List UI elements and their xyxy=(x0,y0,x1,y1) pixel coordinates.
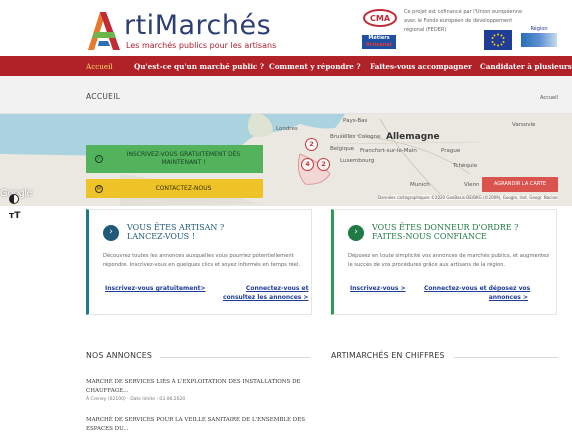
artisan-title-line1: VOUS ÊTES ARTISAN ? xyxy=(127,223,225,232)
nav-item-comment-repondre[interactable]: Comment y répondre ? xyxy=(269,62,361,71)
map-marker[interactable]: 4 xyxy=(301,158,314,171)
nav-item-candidater[interactable]: Candidater à plusieurs xyxy=(480,62,572,71)
annonce-meta: À Creney (62100) - Date limite : 03.06.2… xyxy=(86,397,186,402)
map-label-prague: Prague xyxy=(441,148,461,154)
region-label: Région xyxy=(530,26,548,32)
register-cta-button[interactable]: ✓ INSCRIVEZ-VOUS GRATUITEMENT DÈS MAINTE… xyxy=(86,145,263,173)
map-credits[interactable]: Données cartographiques ©2020 GeoBasis-D… xyxy=(378,195,558,200)
contact-cta-label: CONTACTEZ-NOUS xyxy=(155,185,212,192)
artisan-login-line1: Connectez-vous et xyxy=(245,285,309,292)
map-label-tcheque: Tchéquie xyxy=(453,163,478,169)
chevron-right-icon: › xyxy=(348,225,364,241)
annonces-section-title: NOS ANNONCES xyxy=(86,351,153,360)
map-label-francfort: Francfort-sur-le-Main xyxy=(360,148,417,154)
map-label-cologne: Cologne xyxy=(358,134,381,140)
map-label-munich: Munich xyxy=(410,182,430,188)
eu-flag-icon xyxy=(484,30,512,50)
donneur-login-line2: annonces > xyxy=(488,294,528,301)
donneur-title-line1: VOUS ÊTES DONNEUR D'ORDRE ? xyxy=(372,223,519,232)
nav-item-accompagner[interactable]: Faites-vous accompagner xyxy=(370,62,472,71)
region-emblem-icon xyxy=(521,33,557,47)
logo-subtitle: Les marchés publics pour les artisans xyxy=(126,41,277,50)
artisan-title-line2: LANCEZ-VOUS ! xyxy=(127,232,195,241)
donneur-box: › VOUS ÊTES DONNEUR D'ORDRE ? FAITES-NOU… xyxy=(331,209,557,315)
artisan-login-link[interactable]: Connectez-vous et consultez les annonces… xyxy=(223,284,308,302)
page-title: ACCUEIL xyxy=(86,92,121,101)
page-heading-bar: ACCUEIL Accueil xyxy=(0,76,572,114)
enlarge-map-button[interactable]: AGRANDIR LA CARTE xyxy=(482,177,558,192)
logo-a-icon xyxy=(88,12,120,50)
annonces-divider xyxy=(160,357,310,358)
artisan-login-line2: consultez les annonces > xyxy=(223,294,309,301)
check-icon: ✓ xyxy=(95,155,103,163)
artisan-box-title: VOUS ÊTES ARTISAN ? LANCEZ-VOUS ! xyxy=(127,223,224,241)
artisan-register-link[interactable]: Inscrivez-vous gratuitement> xyxy=(105,284,206,293)
annonce-title[interactable]: MARCHÉ DE SERVICES POUR LA VEILLE SANITA… xyxy=(86,416,312,434)
donneur-login-link[interactable]: Connectez-vous et déposez vos annonces > xyxy=(424,284,531,302)
site-header: rtiMarchés Les marchés publics pour les … xyxy=(0,0,572,56)
donneur-title-line2: FAITES-NOUS CONFIANCE xyxy=(372,232,487,241)
map-label-luxembourg: Luxembourg xyxy=(340,158,375,164)
map-label-allemagne: Allemagne xyxy=(386,132,440,142)
cma-logo[interactable]: CMA Métiers Artisanat xyxy=(362,8,398,53)
nav-item-accueil[interactable]: Accueil xyxy=(86,62,113,71)
artisan-box-text: Découvrez toutes les annonces auxquelles… xyxy=(103,253,301,268)
map-label-varsovie: Varsovie xyxy=(512,122,536,128)
eu-stars-icon xyxy=(491,33,505,47)
map-label-londres: Londres xyxy=(276,126,298,132)
map-label-vienne: Vienn xyxy=(464,182,480,188)
map-marker[interactable]: 2 xyxy=(317,158,330,171)
region-logo[interactable]: Région xyxy=(519,26,559,52)
chiffres-section-title: ARTIMARCHÉS EN CHIFFRES xyxy=(331,351,445,360)
nav-item-marche-public[interactable]: Qu'est-ce qu'un marché public ? xyxy=(134,62,264,71)
map-label-belgique: Belgique xyxy=(330,146,355,152)
chevron-right-icon: › xyxy=(103,225,119,241)
register-cta-label: INSCRIVEZ-VOUS GRATUITEMENT DÈS MAINTENA… xyxy=(126,151,241,166)
logo-title: rtiMarchés xyxy=(124,10,272,41)
artisan-box: › VOUS ÊTES ARTISAN ? LANCEZ-VOUS ! Déco… xyxy=(86,209,312,315)
map-label-bruxelles: Bruxelles xyxy=(330,134,356,140)
annonce-title[interactable]: MARCHÉ DE SERVICES LIÉS À L'EXPLOITATION… xyxy=(86,378,312,396)
cma-abbrev: CMA xyxy=(370,14,391,23)
cma-metiers-line2: Artisanat xyxy=(365,42,393,48)
chiffres-divider xyxy=(454,357,558,358)
map-label-pays-bas: Pays-Bas xyxy=(343,118,368,124)
cma-metiers-line1: Métiers xyxy=(368,35,390,41)
donneur-box-title: VOUS ÊTES DONNEUR D'ORDRE ? FAITES-NOUS … xyxy=(372,223,518,241)
map-marker[interactable]: 2 xyxy=(305,138,318,151)
artimarches-logo[interactable]: rtiMarchés Les marchés publics pour les … xyxy=(86,8,276,54)
cma-metiers-badge: Métiers Artisanat xyxy=(362,35,396,49)
cma-emblem-icon: CMA xyxy=(363,9,397,27)
donneur-register-link[interactable]: Inscrivez-vous > xyxy=(350,284,406,293)
text-size-icon[interactable]: тT xyxy=(9,211,20,221)
contrast-toggle-icon[interactable] xyxy=(9,194,19,204)
donneur-login-line1: Connectez-vous et déposez vos xyxy=(424,285,531,292)
donneur-box-text: Déposez en toute simplicité vos annonces… xyxy=(348,253,549,268)
contact-cta-button[interactable]: ✉ CONTACTEZ-NOUS xyxy=(86,179,263,198)
breadcrumb[interactable]: Accueil xyxy=(540,95,558,101)
envelope-icon: ✉ xyxy=(95,184,103,193)
main-nav: Accueil Qu'est-ce qu'un marché public ? … xyxy=(0,56,572,76)
